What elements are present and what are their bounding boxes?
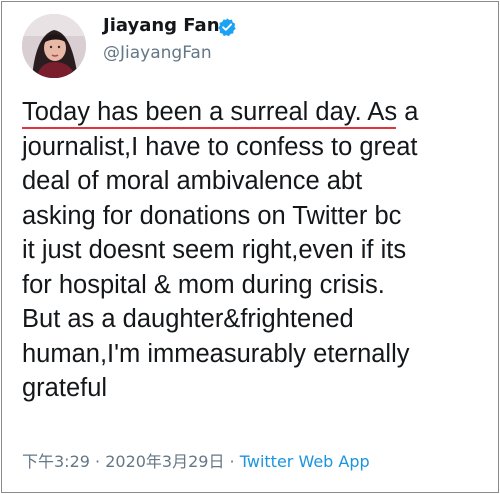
tweet-source-link[interactable]: Twitter Web App [240, 452, 370, 471]
tweet-text: Today has been a surreal day. As a journ… [22, 98, 419, 402]
author-display-name[interactable]: Jiayang Fan [103, 14, 220, 38]
avatar-photo [22, 14, 86, 78]
meta-separator: · [89, 452, 106, 471]
verified-badge-icon [218, 18, 236, 37]
annotation-underline [22, 127, 396, 129]
tweet-date[interactable]: 2020年3月29日 [105, 452, 224, 471]
meta-separator: · [224, 452, 240, 471]
tweet-card: Jiayang Fan @JiayangFan Today has been a… [1, 1, 499, 493]
avatar[interactable] [22, 14, 86, 78]
tweet-time[interactable]: 下午3:29 [22, 452, 90, 471]
author-handle[interactable]: @JiayangFan [103, 42, 212, 64]
tweet-metadata: 下午3:29 · 2020年3月29日 · Twitter Web App [22, 451, 370, 473]
